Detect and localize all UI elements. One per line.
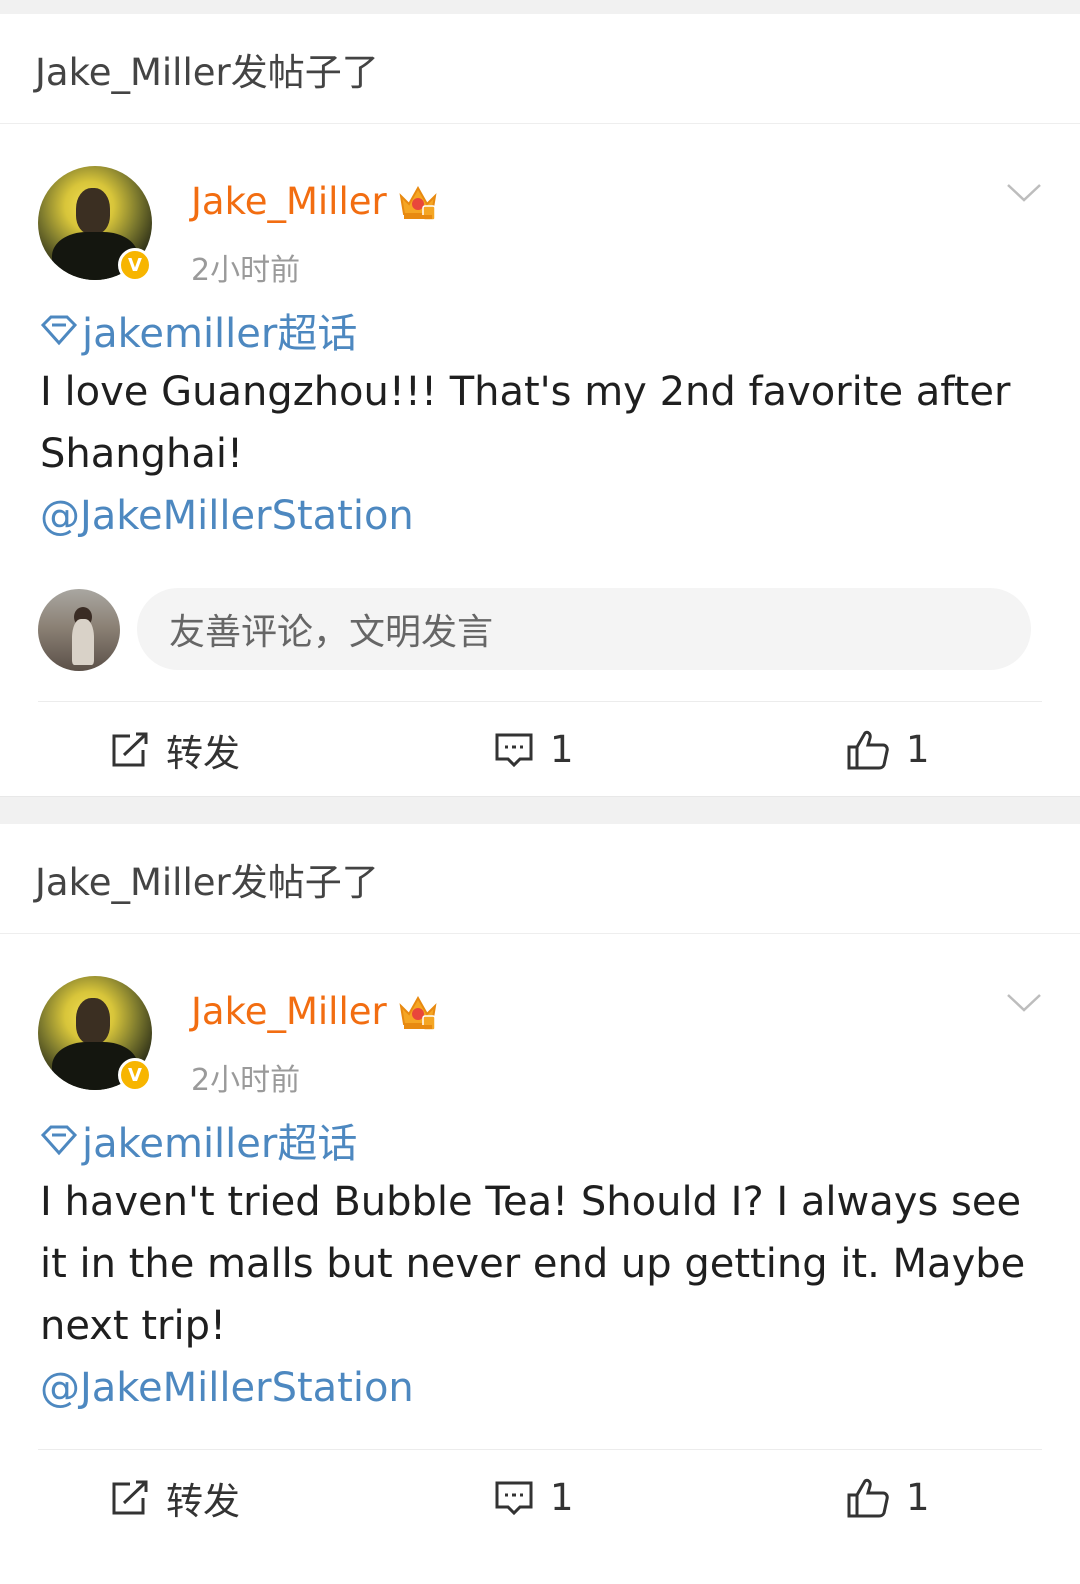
verified-badge-icon: V xyxy=(118,1058,152,1092)
diamond-icon xyxy=(40,315,78,346)
post-card: Jake_Miller发帖子了 V Jake_Miller 2小时前 jakem… xyxy=(0,14,1080,796)
chevron-down-icon[interactable] xyxy=(1006,182,1042,204)
post-card-header: Jake_Miller发帖子了 xyxy=(0,824,1080,934)
post-body: V Jake_Miller 2小时前 jakemiller超话 xyxy=(0,934,1080,1544)
like-count: 1 xyxy=(906,728,930,771)
author-row: V Jake_Miller 2小时前 xyxy=(0,124,1080,299)
mention-link[interactable]: @JakeMillerStation xyxy=(0,485,1080,547)
author-row: V Jake_Miller 2小时前 xyxy=(0,934,1080,1109)
comment-count: 1 xyxy=(550,728,574,771)
section-separator xyxy=(0,796,1080,824)
post-card: Jake_Miller发帖子了 V Jake_Miller 2小时前 jakem… xyxy=(0,824,1080,1544)
post-text: I love Guangzhou!!! That's my 2nd favori… xyxy=(40,369,1011,477)
like-button[interactable]: 1 xyxy=(846,702,930,797)
user-avatar xyxy=(38,589,120,671)
like-button[interactable]: 1 xyxy=(846,1450,930,1545)
repost-button[interactable]: 转发 xyxy=(110,1450,240,1545)
topic-link[interactable]: jakemiller超话 xyxy=(0,299,1080,361)
comment-count: 1 xyxy=(550,1476,574,1519)
comment-icon xyxy=(495,733,533,767)
repost-label: 转发 xyxy=(166,731,240,775)
repost-button[interactable]: 转发 xyxy=(110,702,240,797)
comment-input[interactable]: 友善评论，文明发言 xyxy=(137,588,1031,670)
diamond-icon xyxy=(40,1125,78,1156)
comment-button[interactable]: 1 xyxy=(494,702,574,797)
comment-icon xyxy=(495,1481,533,1515)
repost-label: 转发 xyxy=(166,1479,240,1523)
like-count: 1 xyxy=(906,1476,930,1519)
action-bar: 转发 1 1 xyxy=(38,701,1042,796)
thumbs-up-icon xyxy=(847,730,889,769)
post-card-header: Jake_Miller发帖子了 xyxy=(0,14,1080,124)
verified-badge-icon: V xyxy=(118,248,152,282)
thumbs-up-icon xyxy=(847,1478,889,1517)
post-time: 2小时前 xyxy=(191,1063,301,1098)
author-name[interactable]: Jake_Miller xyxy=(191,180,387,223)
post-time: 2小时前 xyxy=(191,253,301,288)
repost-icon xyxy=(112,1480,148,1514)
action-bar: 转发 1 1 xyxy=(38,1449,1042,1544)
topic-link[interactable]: jakemiller超话 xyxy=(0,1109,1080,1171)
crown-icon xyxy=(399,995,437,1031)
comment-row: 友善评论，文明发言 xyxy=(0,577,1080,701)
chevron-down-icon[interactable] xyxy=(1006,992,1042,1014)
top-strip xyxy=(0,0,1080,14)
crown-icon xyxy=(399,185,437,221)
topic-label: jakemiller超话 xyxy=(82,311,358,357)
comment-button[interactable]: 1 xyxy=(494,1450,574,1545)
author-name[interactable]: Jake_Miller xyxy=(191,990,387,1033)
topic-label: jakemiller超话 xyxy=(82,1121,358,1167)
mention-link[interactable]: @JakeMillerStation xyxy=(0,1357,1080,1419)
post-body: V Jake_Miller 2小时前 jakemiller超话 xyxy=(0,124,1080,796)
repost-icon xyxy=(112,732,148,766)
post-text: I haven't tried Bubble Tea! Should I? I … xyxy=(40,1179,1026,1349)
